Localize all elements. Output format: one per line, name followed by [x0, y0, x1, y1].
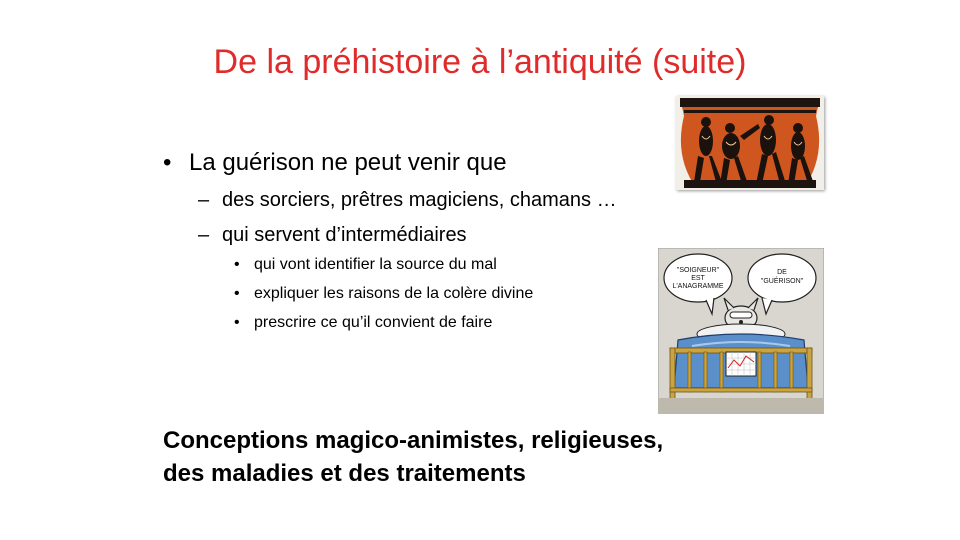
svg-text:L'ANAGRAMME: L'ANAGRAMME: [672, 283, 723, 290]
svg-text:EST: EST: [691, 275, 705, 282]
sub-sub-bullet-2: • expliquer les raisons de la colère divi…: [234, 283, 533, 305]
dot-marker: •: [234, 256, 240, 273]
conclusion-line-2: des maladies et des traitements: [163, 460, 526, 487]
svg-text:"SOIGNEUR": "SOIGNEUR": [677, 267, 720, 274]
sub-bullet-1-text: des sorciers, prêtres magiciens, chamans…: [222, 189, 617, 211]
conclusion-line-1: Conceptions magico-animistes, religieuse…: [163, 427, 664, 454]
bullet-dot: •: [163, 149, 172, 176]
cartoon-image: "SOIGNEUR" EST L'ANAGRAMME DE "GUÉRISON": [657, 247, 825, 415]
sub-sub-bullet-1: • qui vont identifier la source du mal: [234, 254, 497, 276]
greek-vase-image: [676, 96, 824, 190]
conclusion: Conceptions magico-animistes, religieuse…: [163, 424, 663, 490]
sub-sub-bullet-1-text: qui vont identifier la source du mal: [254, 256, 497, 273]
dot-marker: •: [234, 285, 240, 302]
sub-sub-bullet-3: • prescrire ce qu’il convient de faire: [234, 312, 492, 334]
dash-marker: –: [198, 189, 210, 211]
svg-text:"GUÉRISON": "GUÉRISON": [761, 276, 804, 285]
slide-title: De la préhistoire à l’antiquité (suite): [213, 43, 747, 81]
bullet-main: • La guérison ne peut venir que: [163, 147, 507, 179]
sub-sub-bullet-3-text: prescrire ce qu’il convient de faire: [254, 314, 493, 331]
dash-marker: –: [198, 224, 210, 246]
sub-bullet-2-text: qui servent d’intermédiaires: [222, 224, 467, 246]
svg-text:DE: DE: [777, 269, 787, 276]
bullet-main-text: La guérison ne peut venir que: [189, 149, 507, 176]
dot-marker: •: [234, 314, 240, 331]
sub-sub-bullet-2-text: expliquer les raisons de la colère divin…: [254, 285, 534, 302]
sub-bullet-2: – qui servent d’intermédiaires: [198, 221, 467, 249]
sub-bullet-1: – des sorciers, prêtres magiciens, chaman…: [198, 186, 617, 214]
